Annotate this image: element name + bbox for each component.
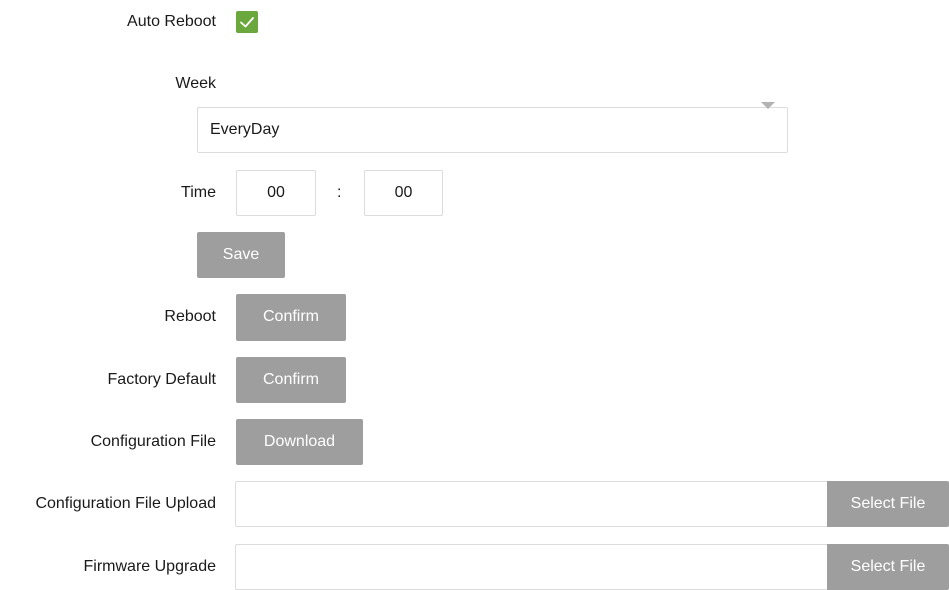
week-selected-value: EveryDay [210,121,280,138]
minute-input[interactable]: 00 [364,170,443,216]
configuration-file-upload-label: Configuration File Upload [35,495,216,512]
download-button[interactable]: Download [236,419,363,465]
week-label: Week [175,75,216,92]
auto-reboot-checkbox[interactable] [236,11,258,33]
configuration-file-path-field[interactable] [235,481,827,527]
hour-input[interactable]: 00 [236,170,316,216]
checkmark-icon [236,11,258,33]
reboot-label: Reboot [164,308,216,325]
firmware-select-file-button[interactable]: Select File [827,544,949,590]
week-select[interactable]: EveryDay [197,102,788,153]
firmware-file-path-field[interactable] [235,544,827,590]
configuration-select-file-button[interactable]: Select File [827,481,949,527]
save-button[interactable]: Save [197,232,285,278]
reboot-confirm-button[interactable]: Confirm [236,294,346,341]
auto-reboot-label: Auto Reboot [127,13,216,30]
chevron-down-icon [761,102,775,109]
factory-default-confirm-button[interactable]: Confirm [236,357,346,403]
firmware-upgrade-label: Firmware Upgrade [83,558,216,575]
time-separator: : [337,184,342,201]
configuration-file-label: Configuration File [90,433,216,450]
factory-default-label: Factory Default [107,371,216,388]
time-label: Time [181,184,216,201]
